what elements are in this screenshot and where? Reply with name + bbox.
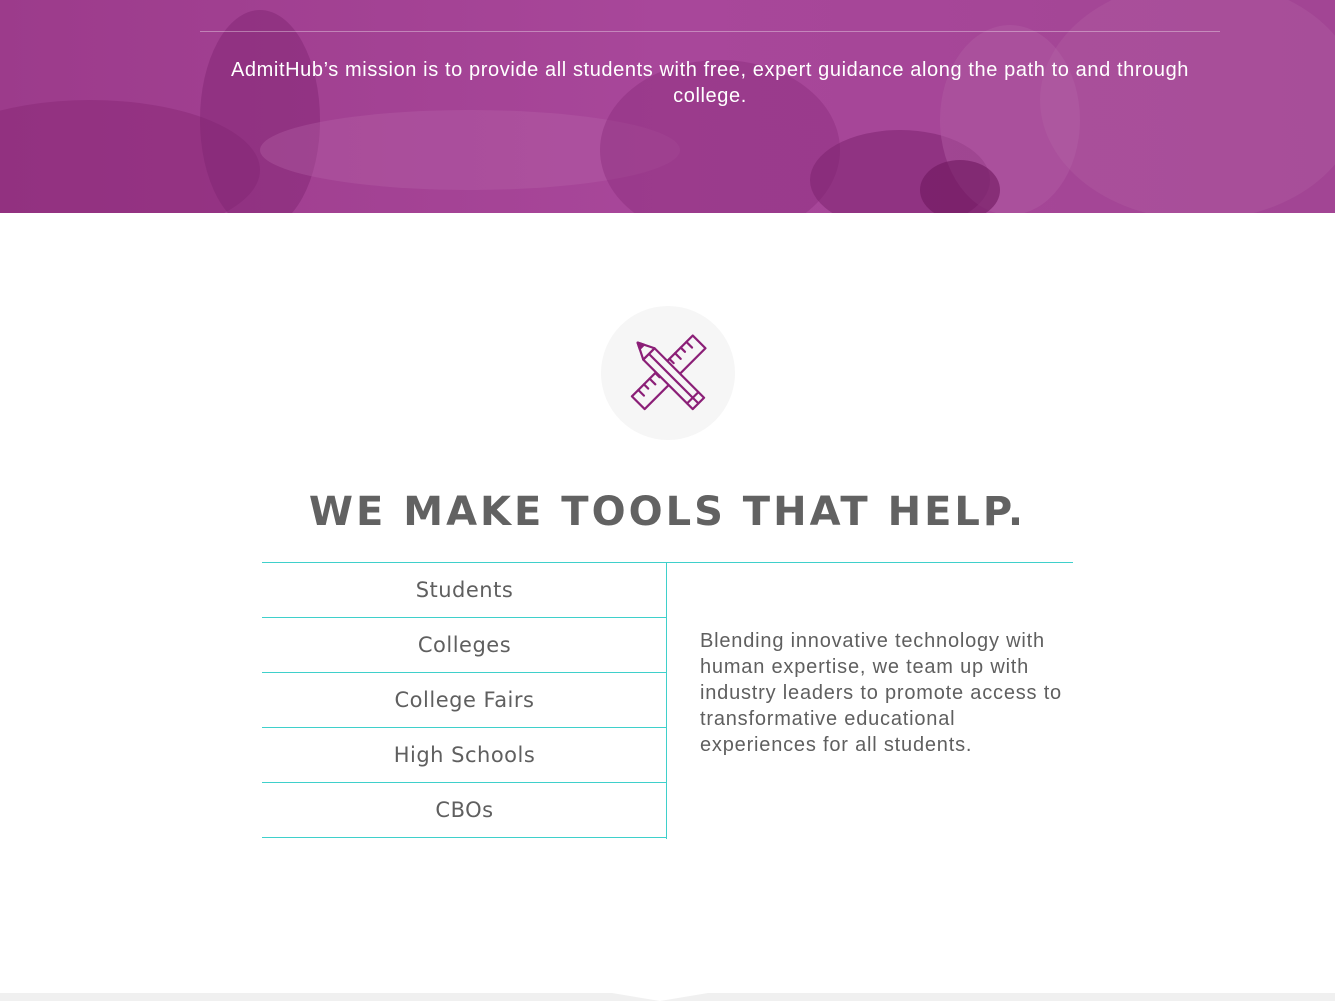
audience-item-high-schools[interactable]: High Schools [262, 728, 667, 783]
audience-item-students[interactable]: Students [262, 563, 667, 618]
mission-banner: AdmitHub’s mission is to provide all stu… [0, 0, 1335, 213]
audience-item-college-fairs[interactable]: College Fairs [262, 673, 667, 728]
audience-item-cbos[interactable]: CBOs [262, 783, 667, 838]
section-notch [612, 993, 708, 1001]
hero-divider [200, 31, 1220, 32]
mission-statement: AdmitHub’s mission is to provide all stu… [230, 59, 1190, 107]
section-heading: WE MAKE TOOLS THAT HELP. [308, 489, 1027, 535]
tools-description: Blending innovative technology with huma… [700, 630, 1062, 756]
audience-list: Students Colleges College Fairs High Sch… [262, 563, 667, 838]
audience-vertical-divider [666, 563, 667, 839]
pencil-ruler-icon [601, 306, 735, 440]
audience-item-colleges[interactable]: Colleges [262, 618, 667, 673]
